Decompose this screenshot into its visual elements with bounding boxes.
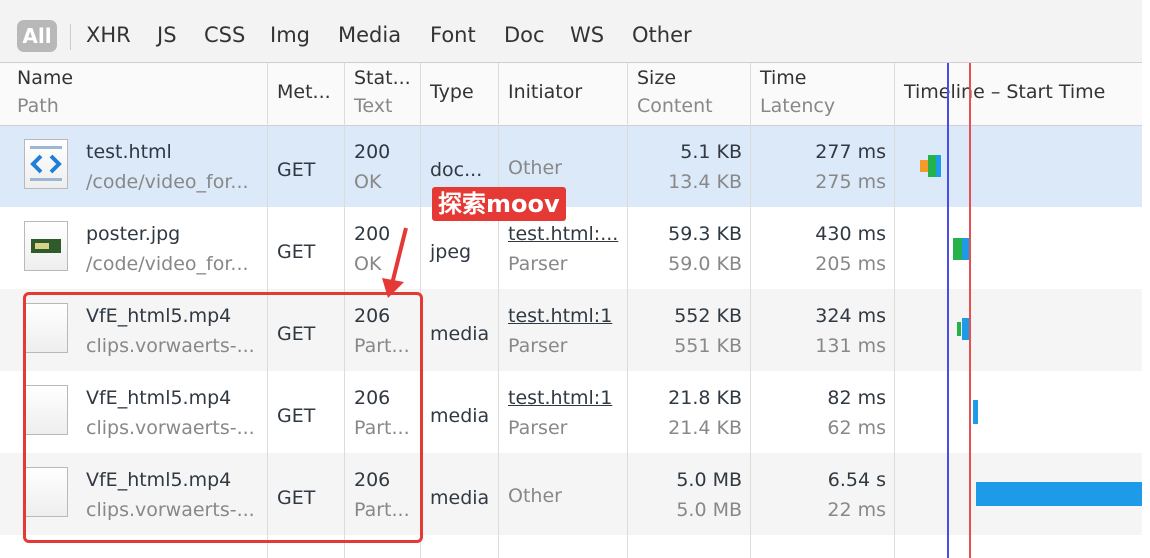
initiator-link[interactable]: test.html:1 xyxy=(508,387,612,409)
request-status: 200 xyxy=(354,141,391,163)
request-time: 324 ms xyxy=(815,305,886,327)
column-divider[interactable] xyxy=(894,63,895,558)
request-content-size: 13.4 KB xyxy=(668,171,742,193)
initiator-type: Parser xyxy=(508,417,568,439)
header-method[interactable]: Met... xyxy=(277,81,331,103)
timeline-waiting-bar[interactable] xyxy=(953,238,962,260)
request-size: 5.1 KB xyxy=(680,141,742,163)
column-divider[interactable] xyxy=(627,63,628,558)
request-path: /code/video_for... xyxy=(86,171,249,193)
header-time[interactable]: Time xyxy=(760,67,807,89)
request-method: GET xyxy=(277,241,316,263)
resource-filter-bar: All XHR JS CSS Img Media Font Doc WS Oth… xyxy=(0,0,1142,63)
header-content[interactable]: Content xyxy=(637,95,713,117)
request-status-text: OK xyxy=(354,171,382,193)
filter-other-button[interactable]: Other xyxy=(632,22,692,48)
request-initiator: Other xyxy=(508,485,562,507)
request-method: GET xyxy=(277,159,316,181)
filter-divider xyxy=(70,24,71,50)
header-timeline[interactable]: Timeline – Start Time xyxy=(904,81,1105,103)
filter-font-button[interactable]: Font xyxy=(430,22,476,48)
request-path: /code/video_for... xyxy=(86,253,249,275)
request-latency: 22 ms xyxy=(827,499,886,521)
request-size: 552 KB xyxy=(674,305,742,327)
request-size: 5.0 MB xyxy=(676,469,742,491)
request-size: 21.8 KB xyxy=(668,387,742,409)
column-divider[interactable] xyxy=(498,63,499,558)
filter-img-button[interactable]: Img xyxy=(270,22,310,48)
request-size: 59.3 KB xyxy=(668,223,742,245)
timeline-waiting-bar[interactable] xyxy=(957,322,961,336)
initiator-link[interactable]: test.html:1 xyxy=(508,305,612,327)
timeline-receiving-bar[interactable] xyxy=(936,155,941,177)
request-type: media xyxy=(430,323,490,345)
html-file-icon xyxy=(24,139,68,189)
header-status-text[interactable]: Text xyxy=(354,95,392,117)
request-name[interactable]: test.html xyxy=(86,141,172,163)
filter-ws-button[interactable]: WS xyxy=(570,22,604,48)
header-size[interactable]: Size xyxy=(637,67,676,89)
request-type: media xyxy=(430,487,490,509)
request-content-size: 5.0 MB xyxy=(676,499,742,521)
request-time: 82 ms xyxy=(827,387,886,409)
request-content-size: 59.0 KB xyxy=(668,253,742,275)
annotation-label: 探索moov xyxy=(432,187,566,221)
load-event-marker xyxy=(969,63,971,558)
request-status-text: OK xyxy=(354,253,382,275)
request-latency: 205 ms xyxy=(815,253,886,275)
timeline-stalled-bar[interactable] xyxy=(920,160,928,172)
request-latency: 131 ms xyxy=(815,335,886,357)
timeline-receiving-bar[interactable] xyxy=(976,482,1142,506)
timeline-receiving-bar[interactable] xyxy=(973,400,978,424)
request-content-size: 551 KB xyxy=(674,335,742,357)
header-latency[interactable]: Latency xyxy=(760,95,835,117)
timeline-waiting-bar[interactable] xyxy=(928,155,936,177)
request-type: media xyxy=(430,405,490,427)
annotation-arrow-icon xyxy=(382,227,408,298)
request-latency: 62 ms xyxy=(827,417,886,439)
domcontentloaded-marker xyxy=(947,63,949,558)
initiator-type: Parser xyxy=(508,335,568,357)
request-content-size: 21.4 KB xyxy=(668,417,742,439)
initiator-type: Parser xyxy=(508,253,568,275)
filter-media-button[interactable]: Media xyxy=(338,22,401,48)
request-time: 6.54 s xyxy=(827,469,886,491)
filter-all-button[interactable]: All xyxy=(17,20,57,52)
header-status[interactable]: Stat... xyxy=(354,67,411,89)
filter-css-button[interactable]: CSS xyxy=(204,22,245,48)
timeline-receiving-bar[interactable] xyxy=(962,238,969,260)
header-initiator[interactable]: Initiator xyxy=(508,81,582,103)
image-file-icon xyxy=(24,221,68,271)
request-time: 277 ms xyxy=(815,141,886,163)
initiator-link[interactable]: test.html:... xyxy=(508,223,618,245)
request-name[interactable]: poster.jpg xyxy=(86,223,180,245)
header-path[interactable]: Path xyxy=(17,95,59,117)
timeline-receiving-bar[interactable] xyxy=(962,318,969,340)
filter-doc-button[interactable]: Doc xyxy=(504,22,545,48)
request-initiator: Other xyxy=(508,157,562,179)
request-time: 430 ms xyxy=(815,223,886,245)
header-type[interactable]: Type xyxy=(430,81,474,103)
request-latency: 275 ms xyxy=(815,171,886,193)
column-divider[interactable] xyxy=(750,63,751,558)
filter-js-button[interactable]: JS xyxy=(157,22,177,48)
annotation-highlight-box xyxy=(23,292,423,543)
request-type: doc... xyxy=(430,159,483,181)
filter-xhr-button[interactable]: XHR xyxy=(86,22,131,48)
header-name[interactable]: Name xyxy=(17,67,73,89)
request-type: jpeg xyxy=(430,241,472,263)
